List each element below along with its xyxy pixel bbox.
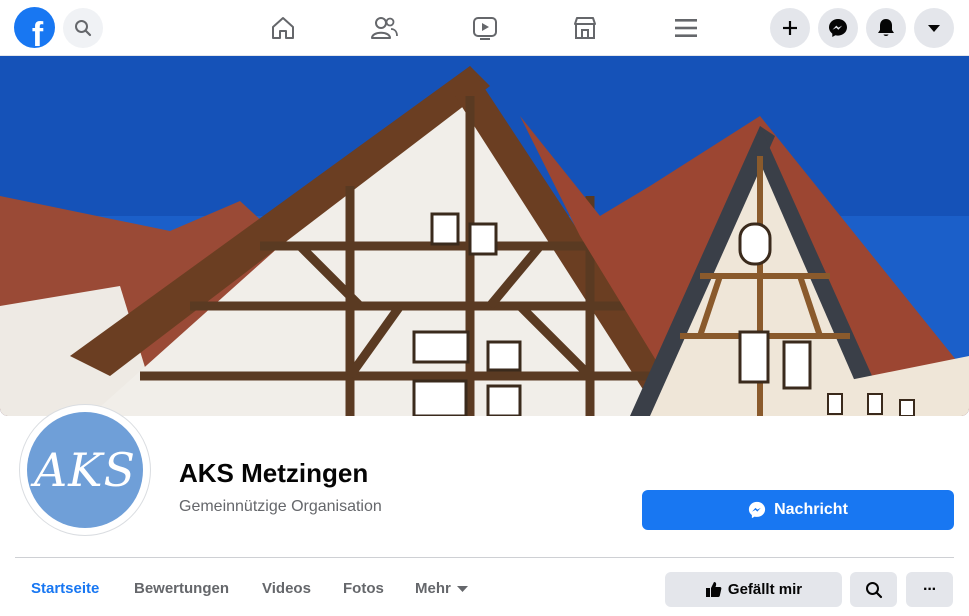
top-navigation-bar: f [0,0,969,56]
message-button[interactable]: Nachricht [642,490,954,530]
home-icon [272,17,294,39]
chevron-down-icon [928,25,940,32]
nav-watch[interactable] [465,10,505,46]
section-divider [15,557,954,558]
cover-photo[interactable] [0,56,969,416]
more-options-button[interactable]: ··· [906,572,953,607]
menu-icon [675,19,697,37]
tab-mehr-label: Mehr [415,580,451,597]
search-icon [865,581,882,598]
tab-mehr[interactable]: Mehr [415,580,468,597]
avatar: AKS [27,412,143,528]
like-page-button[interactable]: Gefällt mir [665,572,842,607]
plus-icon [783,21,797,35]
profile-picture[interactable]: AKS [19,404,151,536]
tab-bewertungen[interactable]: Bewertungen [134,580,229,597]
search-button[interactable] [63,8,103,48]
nav-menu[interactable] [666,10,706,46]
watch-icon [473,17,497,40]
messenger-icon [748,501,766,519]
page-category: Gemeinnützige Organisation [179,498,382,515]
nav-home[interactable] [263,10,303,46]
messenger-button[interactable] [818,8,858,48]
marketplace-icon [574,17,596,39]
notifications-button[interactable] [866,8,906,48]
tab-fotos[interactable]: Fotos [343,580,384,597]
friends-icon [371,17,398,39]
tab-videos[interactable]: Videos [262,580,311,597]
notifications-icon [878,19,894,36]
create-button[interactable] [770,8,810,48]
caret-down-icon [456,585,468,592]
thumbs-up-icon [705,582,722,597]
half-timbered-house-image [0,56,969,416]
tab-startseite[interactable]: Startseite [31,580,99,597]
nav-friends[interactable] [364,10,404,46]
page-title: AKS Metzingen [179,458,369,488]
search-icon [75,20,92,37]
facebook-logo-icon[interactable]: f [14,7,55,48]
nav-marketplace[interactable] [565,10,605,46]
account-menu-button[interactable] [914,8,954,48]
more-dots-icon: ··· [923,580,937,598]
messenger-icon [829,19,847,37]
page-search-button[interactable] [850,572,897,607]
